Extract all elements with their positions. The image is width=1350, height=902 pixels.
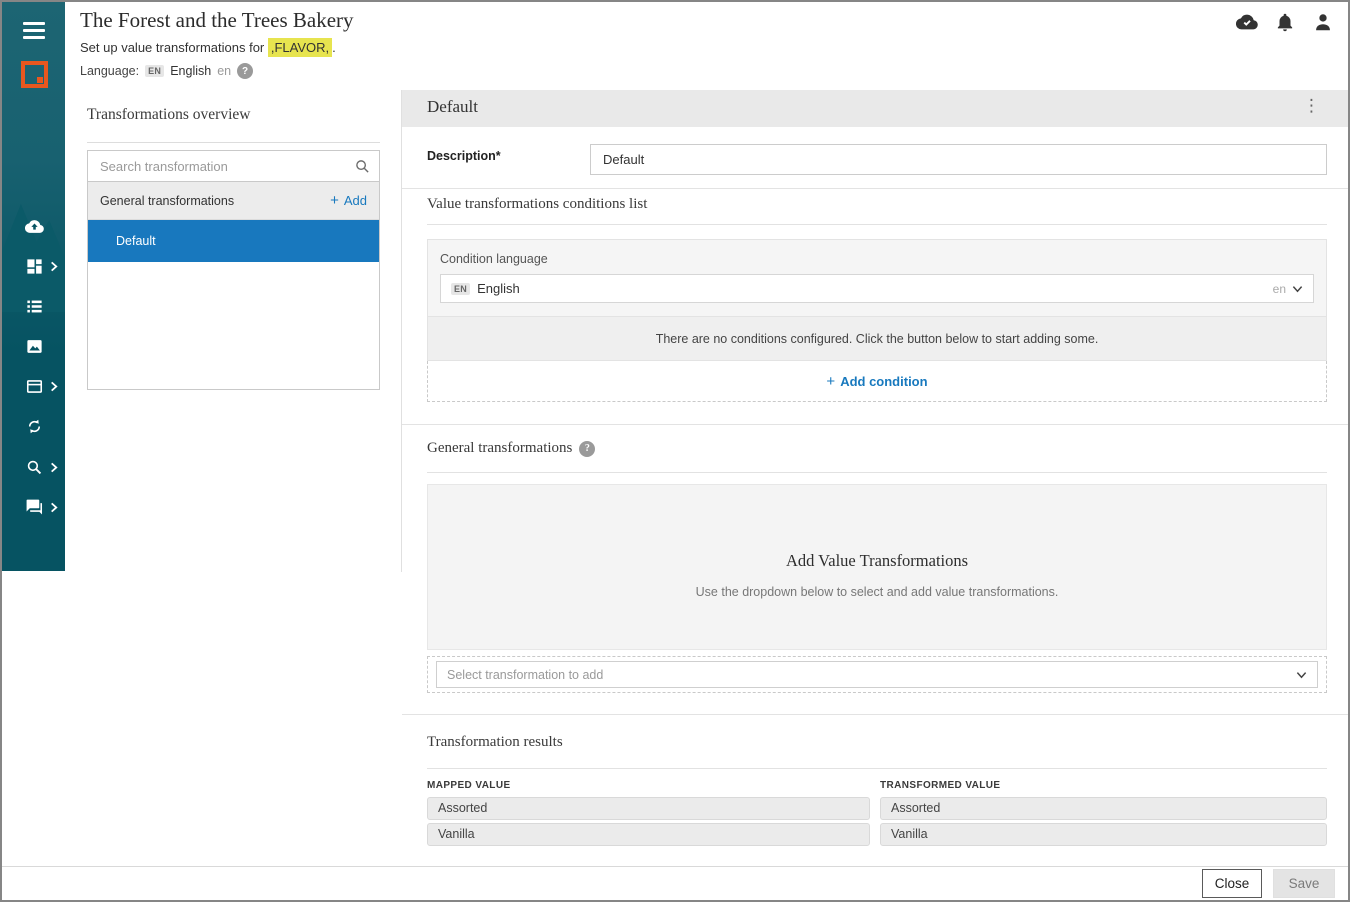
- card-icon: [25, 377, 44, 396]
- condition-language-block: Condition language EN English en: [427, 239, 1327, 317]
- language-flag-badge: EN: [145, 65, 164, 77]
- add-condition-row: +Add condition: [427, 361, 1327, 402]
- conditions-empty-message: There are no conditions configured. Clic…: [427, 317, 1327, 361]
- kebab-menu-icon[interactable]: ⋮: [1303, 96, 1320, 116]
- header-actions: [1236, 11, 1334, 33]
- empty-state-title: Add Value Transformations: [428, 551, 1326, 571]
- search-icon: [25, 458, 44, 477]
- conditions-section-title: Value transformations conditions list: [427, 196, 647, 213]
- detail-header-bar: Default ⋮: [402, 90, 1348, 127]
- page-title: The Forest and the Trees Bakery: [80, 8, 354, 33]
- group-row-general-transformations: General transformations +Add: [88, 182, 379, 220]
- select-transformation-dropdown[interactable]: Select transformation to add: [436, 661, 1318, 688]
- description-label: Description*: [427, 149, 501, 163]
- help-icon[interactable]: ?: [579, 441, 595, 457]
- language-code: en: [217, 64, 231, 78]
- language-flag-badge: EN: [451, 283, 470, 295]
- app-window: The Forest and the Trees Bakery Set up v…: [0, 0, 1350, 902]
- close-button[interactable]: Close: [1202, 869, 1262, 898]
- results-section-title: Transformation results: [427, 734, 563, 751]
- plus-icon: +: [826, 374, 835, 389]
- mapped-value-cell: Vanilla: [427, 823, 870, 846]
- sidebar-item-card[interactable]: [2, 367, 65, 407]
- sidebar-item-list[interactable]: [2, 287, 65, 327]
- sidebar-item-upload[interactable]: [2, 207, 65, 247]
- transformed-value-cell: Vanilla: [880, 823, 1327, 846]
- chevron-down-icon: [1292, 283, 1303, 294]
- conditions-card: Condition language EN English en There ar…: [427, 239, 1327, 402]
- mapped-value-column-header: MAPPED VALUE: [427, 780, 511, 791]
- group-label: General transformations: [100, 194, 234, 208]
- sync-icon: [25, 417, 44, 436]
- inriver-logo: [21, 61, 48, 88]
- left-sidebar: [2, 2, 65, 571]
- condition-language-select[interactable]: EN English en: [440, 274, 1314, 303]
- help-icon[interactable]: ?: [237, 63, 253, 79]
- conditions-title-rule: [427, 224, 1327, 225]
- language-row: Language: EN English en ?: [80, 63, 253, 79]
- chevron-right-icon: [48, 502, 59, 513]
- description-input[interactable]: [590, 144, 1327, 175]
- list-icon: [25, 297, 44, 316]
- cloud-status-icon[interactable]: [1236, 11, 1258, 33]
- hamburger-menu-icon[interactable]: [23, 22, 45, 39]
- chevron-right-icon: [48, 381, 59, 392]
- page-subtitle: Set up value transformations for ,FLAVOR…: [80, 40, 336, 55]
- plus-icon: +: [330, 193, 339, 208]
- detail-panel: Default ⋮ Description* Value transformat…: [402, 90, 1348, 870]
- save-button[interactable]: Save: [1273, 869, 1335, 898]
- chevron-down-icon: [1296, 669, 1307, 680]
- transformed-value-column-header: TRANSFORMED VALUE: [880, 780, 1001, 791]
- section-divider: [402, 714, 1348, 715]
- add-condition-button[interactable]: +Add condition: [826, 374, 927, 389]
- add-transformation-button[interactable]: +Add: [330, 193, 367, 208]
- overview-divider: [87, 142, 380, 143]
- apps-grid-icon: [25, 257, 44, 276]
- search-icon[interactable]: [355, 159, 370, 174]
- overview-panel-title: Transformations overview: [87, 106, 250, 124]
- chat-icon: [25, 498, 44, 517]
- sidebar-item-search[interactable]: [2, 448, 65, 488]
- section-divider: [402, 188, 1348, 189]
- upload-cloud-icon: [25, 217, 44, 236]
- condition-language-value: English: [477, 281, 520, 296]
- empty-state-subtitle: Use the dropdown below to select and add…: [428, 585, 1326, 599]
- select-transformation-container: Select transformation to add: [427, 656, 1327, 693]
- select-placeholder: Select transformation to add: [447, 668, 603, 682]
- chevron-right-icon: [48, 261, 59, 272]
- search-row: [88, 151, 379, 182]
- mapped-value-cell: Assorted: [427, 797, 870, 820]
- sidebar-nav: [2, 207, 65, 528]
- notifications-bell-icon[interactable]: [1274, 11, 1296, 33]
- language-name: English: [170, 64, 211, 78]
- transformations-list: General transformations +Add Default: [87, 150, 380, 390]
- sidebar-item-media[interactable]: [2, 327, 65, 367]
- highlighted-field-name: ,FLAVOR,: [268, 38, 332, 57]
- general-title-rule: [427, 472, 1327, 473]
- sidebar-item-chat[interactable]: [2, 488, 65, 528]
- sidebar-item-sync[interactable]: [2, 407, 65, 448]
- section-divider: [402, 424, 1348, 425]
- list-item-default-selected[interactable]: Default: [88, 220, 379, 262]
- search-input[interactable]: [88, 151, 379, 181]
- condition-language-code: en: [1273, 282, 1286, 296]
- condition-language-label: Condition language: [440, 252, 548, 266]
- top-header: The Forest and the Trees Bakery Set up v…: [65, 2, 1348, 90]
- language-label: Language:: [80, 64, 139, 78]
- media-image-icon: [25, 337, 44, 356]
- chevron-right-icon: [48, 462, 59, 473]
- results-title-rule: [427, 768, 1327, 769]
- transformed-value-cell: Assorted: [880, 797, 1327, 820]
- sidebar-item-apps[interactable]: [2, 247, 65, 287]
- detail-title: Default: [427, 97, 478, 117]
- transformations-empty-state: Add Value Transformations Use the dropdo…: [427, 484, 1327, 650]
- user-profile-icon[interactable]: [1312, 11, 1334, 33]
- footer-bar: Close Save: [2, 866, 1348, 900]
- general-section-title: General transformations ?: [427, 440, 595, 457]
